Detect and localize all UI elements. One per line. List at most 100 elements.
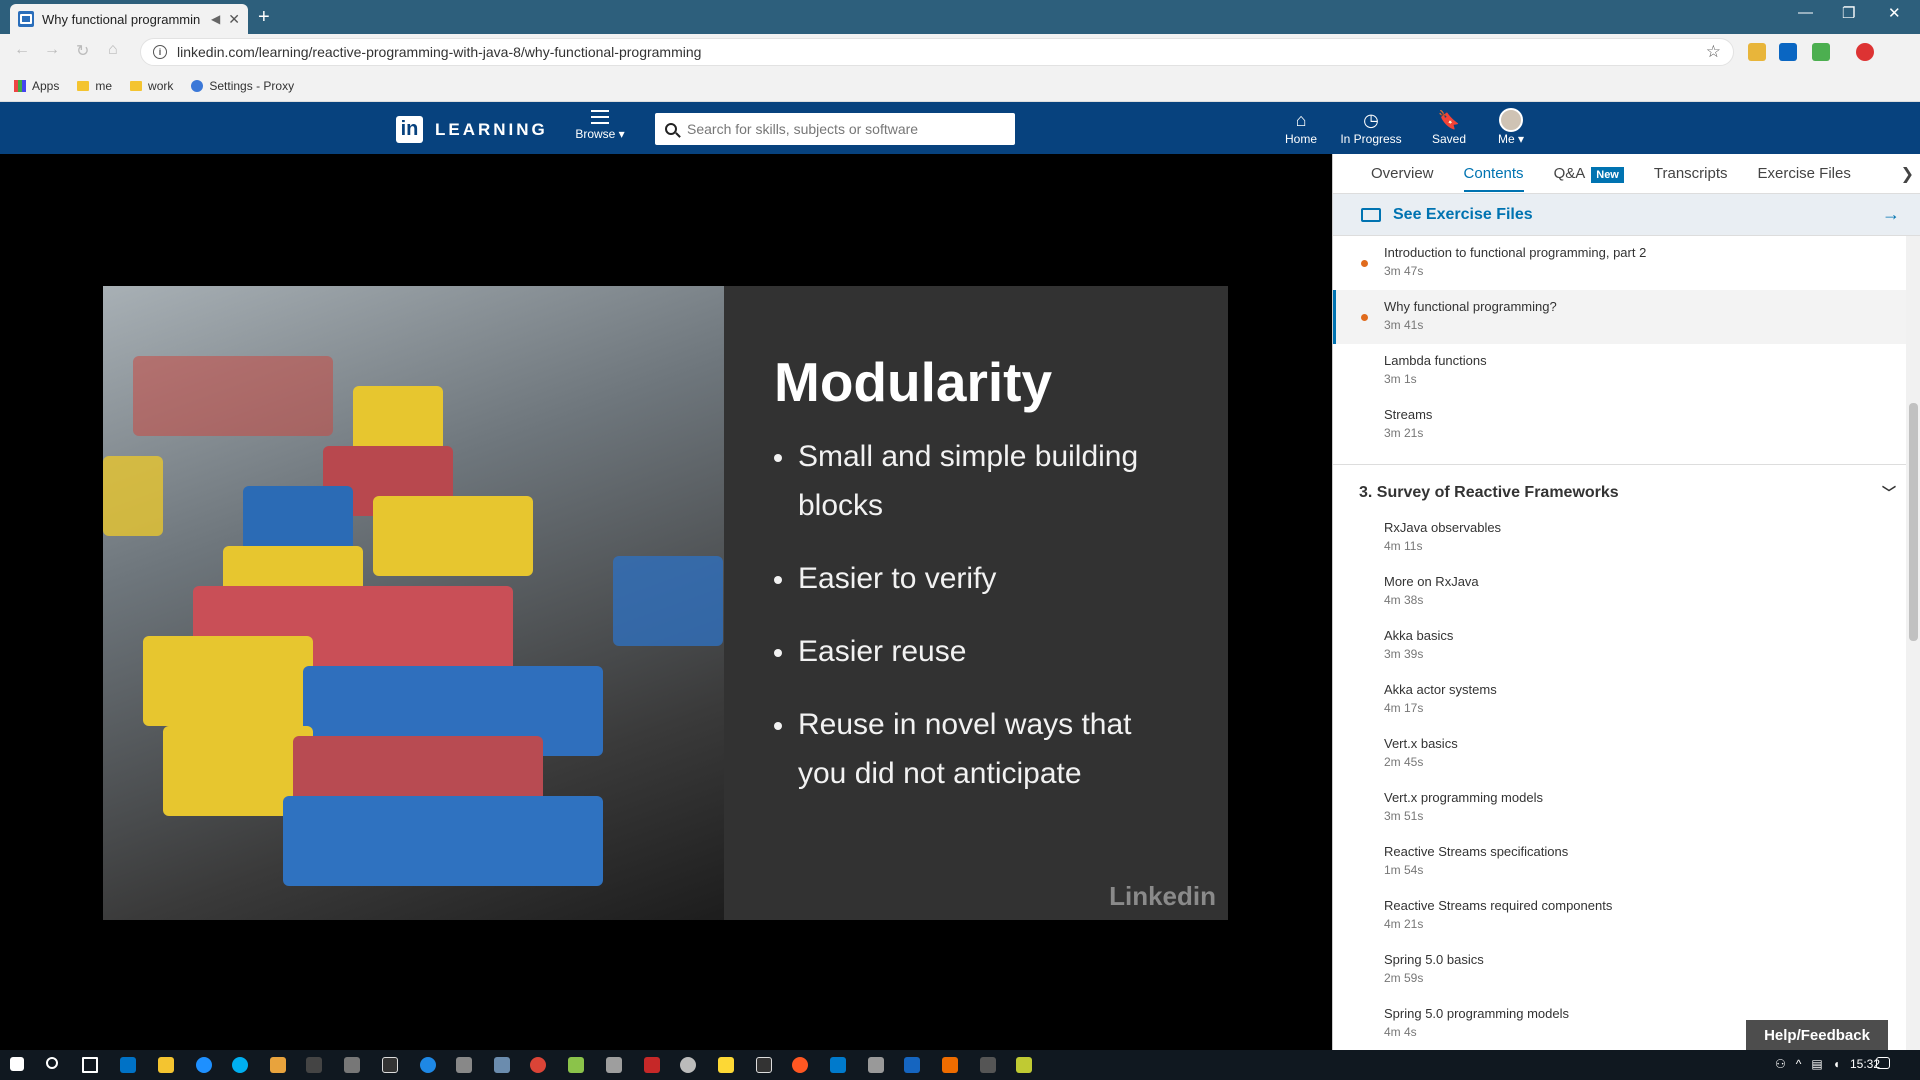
scrollbar-thumb[interactable] (1909, 403, 1918, 641)
exercise-link-label: See Exercise Files (1393, 205, 1533, 223)
progress-dot (1361, 260, 1368, 267)
tab-qa[interactable]: Q&A New (1553, 165, 1624, 183)
minimize-icon[interactable]: — (1798, 4, 1813, 21)
virtualbox-icon[interactable] (456, 1057, 472, 1073)
app-icon[interactable] (568, 1057, 584, 1073)
bookmark-work[interactable]: work (130, 79, 173, 93)
extension-icon[interactable] (1812, 43, 1830, 61)
chevron-up-icon[interactable]: ^ (1796, 1057, 1802, 1071)
people-icon[interactable]: ⚇ (1775, 1057, 1786, 1071)
scrollbar[interactable] (1906, 236, 1920, 1050)
list-item[interactable]: More on RxJava 4m 38s (1333, 565, 1920, 619)
video-player[interactable]: Modularity Small and simple building blo… (0, 154, 1332, 1050)
skype-icon[interactable] (232, 1057, 248, 1073)
windows-start-icon[interactable] (10, 1057, 24, 1071)
volume-icon[interactable]: ◖ (1833, 1057, 1840, 1071)
search-box[interactable] (655, 113, 1015, 145)
nav-in-progress[interactable]: ◷ In Progress (1338, 108, 1404, 146)
chevron-down-icon[interactable]: ﹀ (1882, 483, 1896, 503)
slide-bullet: Reuse in novel ways that you did not ant… (774, 700, 1174, 798)
linkedin-learning-logo[interactable]: in LEARNING (396, 116, 548, 143)
close-window-icon[interactable]: ✕ (1888, 4, 1901, 22)
item-duration: 2m 45s (1384, 755, 1424, 769)
home-icon[interactable]: ⌂ (108, 41, 118, 59)
nav-home[interactable]: ⌂ Home (1276, 108, 1326, 146)
git-icon[interactable] (270, 1057, 286, 1073)
info-icon[interactable]: i (153, 45, 167, 59)
reload-icon[interactable]: ↻ (76, 41, 89, 61)
network-icon[interactable]: ▤ (1811, 1057, 1822, 1071)
intellij-icon[interactable] (756, 1057, 772, 1073)
forward-icon[interactable]: → (44, 41, 60, 59)
app-icon[interactable] (980, 1057, 996, 1073)
edge-icon[interactable] (196, 1057, 212, 1073)
intellij-icon[interactable] (382, 1057, 398, 1073)
nav-me[interactable]: Me ▾ (1488, 108, 1534, 146)
bookmark-settings-proxy[interactable]: Settings - Proxy (191, 79, 294, 93)
windows-taskbar: ⚇ ^ ▤ ◖ 15:32 (0, 1050, 1920, 1080)
notepad-icon[interactable] (1016, 1057, 1032, 1073)
see-exercise-files-link[interactable]: See Exercise Files → (1333, 194, 1920, 236)
tab-qa-label: Q&A (1553, 165, 1586, 182)
address-bar[interactable]: i linkedin.com/learning/reactive-program… (140, 38, 1734, 66)
search-input[interactable] (687, 121, 987, 137)
list-item[interactable]: Akka basics 3m 39s (1333, 619, 1920, 673)
course-sidebar: Overview Contents Q&A New Transcripts Exe… (1332, 154, 1920, 1050)
sticky-notes-icon[interactable] (718, 1057, 734, 1073)
search-icon[interactable] (46, 1057, 58, 1069)
app-icon[interactable] (792, 1057, 808, 1073)
app-icon[interactable] (904, 1057, 920, 1073)
bookmark-star-icon[interactable]: ☆ (1706, 42, 1721, 62)
app-icon[interactable] (868, 1057, 884, 1073)
chevron-right-icon[interactable]: ❯ (1901, 164, 1914, 184)
app-icon[interactable] (420, 1057, 436, 1073)
file-explorer-icon[interactable] (158, 1057, 174, 1073)
linkedin-extension-icon[interactable] (1779, 43, 1797, 61)
list-item[interactable]: Akka actor systems 4m 17s (1333, 673, 1920, 727)
slide-bullet: Small and simple building blocks (774, 432, 1174, 530)
bookmark-label: Settings - Proxy (209, 78, 295, 93)
list-item[interactable]: Vert.x programming models 3m 51s (1333, 781, 1920, 835)
chrome-icon[interactable] (530, 1057, 546, 1073)
tab-overview[interactable]: Overview (1371, 165, 1434, 182)
restore-icon[interactable]: ❐ (1842, 4, 1855, 22)
extension-icon[interactable] (1748, 43, 1766, 61)
list-item[interactable]: RxJava observables 4m 11s (1333, 511, 1920, 565)
list-item[interactable]: Reactive Streams specifications 1m 54s (1333, 835, 1920, 889)
list-item[interactable]: Streams 3m 21s (1333, 398, 1920, 452)
list-item[interactable]: Reactive Streams required components 4m 2… (1333, 889, 1920, 943)
nav-saved[interactable]: 🔖 Saved (1424, 108, 1474, 146)
app-icon[interactable] (644, 1057, 660, 1073)
new-tab-icon[interactable]: + (258, 6, 270, 29)
tab-transcripts[interactable]: Transcripts (1654, 165, 1728, 182)
back-icon[interactable]: ← (14, 41, 30, 59)
app-icon[interactable] (942, 1057, 958, 1073)
list-item[interactable]: Spring 5.0 basics 2m 59s (1333, 943, 1920, 997)
app-icon[interactable] (494, 1057, 510, 1073)
vscode-icon[interactable] (830, 1057, 846, 1073)
browser-tab[interactable]: Why functional programmin ◀ ✕ (10, 4, 248, 34)
list-item-active[interactable]: Why functional programming? 3m 41s (1333, 290, 1920, 344)
profile-icon[interactable] (1856, 43, 1874, 61)
app-icon[interactable] (344, 1057, 360, 1073)
outlook-icon[interactable] (120, 1057, 136, 1073)
section-header[interactable]: 3. Survey of Reactive Frameworks ﹀ (1333, 477, 1920, 511)
close-tab-icon[interactable]: ✕ (228, 11, 240, 28)
linkedin-watermark: Linkedin (1109, 881, 1216, 911)
browse-menu[interactable]: Browse ▾ (572, 110, 628, 141)
tab-exercise-files[interactable]: Exercise Files (1758, 165, 1851, 182)
bookmark-apps[interactable]: Apps (14, 79, 59, 93)
app-icon[interactable] (606, 1057, 622, 1073)
folder-icon (1361, 207, 1381, 222)
terminal-icon[interactable] (306, 1057, 322, 1073)
list-item[interactable]: Vert.x basics 2m 45s (1333, 727, 1920, 781)
list-item[interactable]: Lambda functions 3m 1s (1333, 344, 1920, 398)
bookmark-me[interactable]: me (77, 79, 112, 93)
tab-contents[interactable]: Contents (1463, 155, 1524, 192)
help-feedback-button[interactable]: Help/Feedback (1746, 1020, 1888, 1050)
list-item[interactable]: Introduction to functional programming, … (1333, 236, 1920, 290)
audio-icon[interactable]: ◀ (211, 12, 220, 26)
notifications-icon[interactable] (1876, 1057, 1890, 1069)
task-view-icon[interactable] (82, 1057, 98, 1073)
app-icon[interactable] (680, 1057, 696, 1073)
